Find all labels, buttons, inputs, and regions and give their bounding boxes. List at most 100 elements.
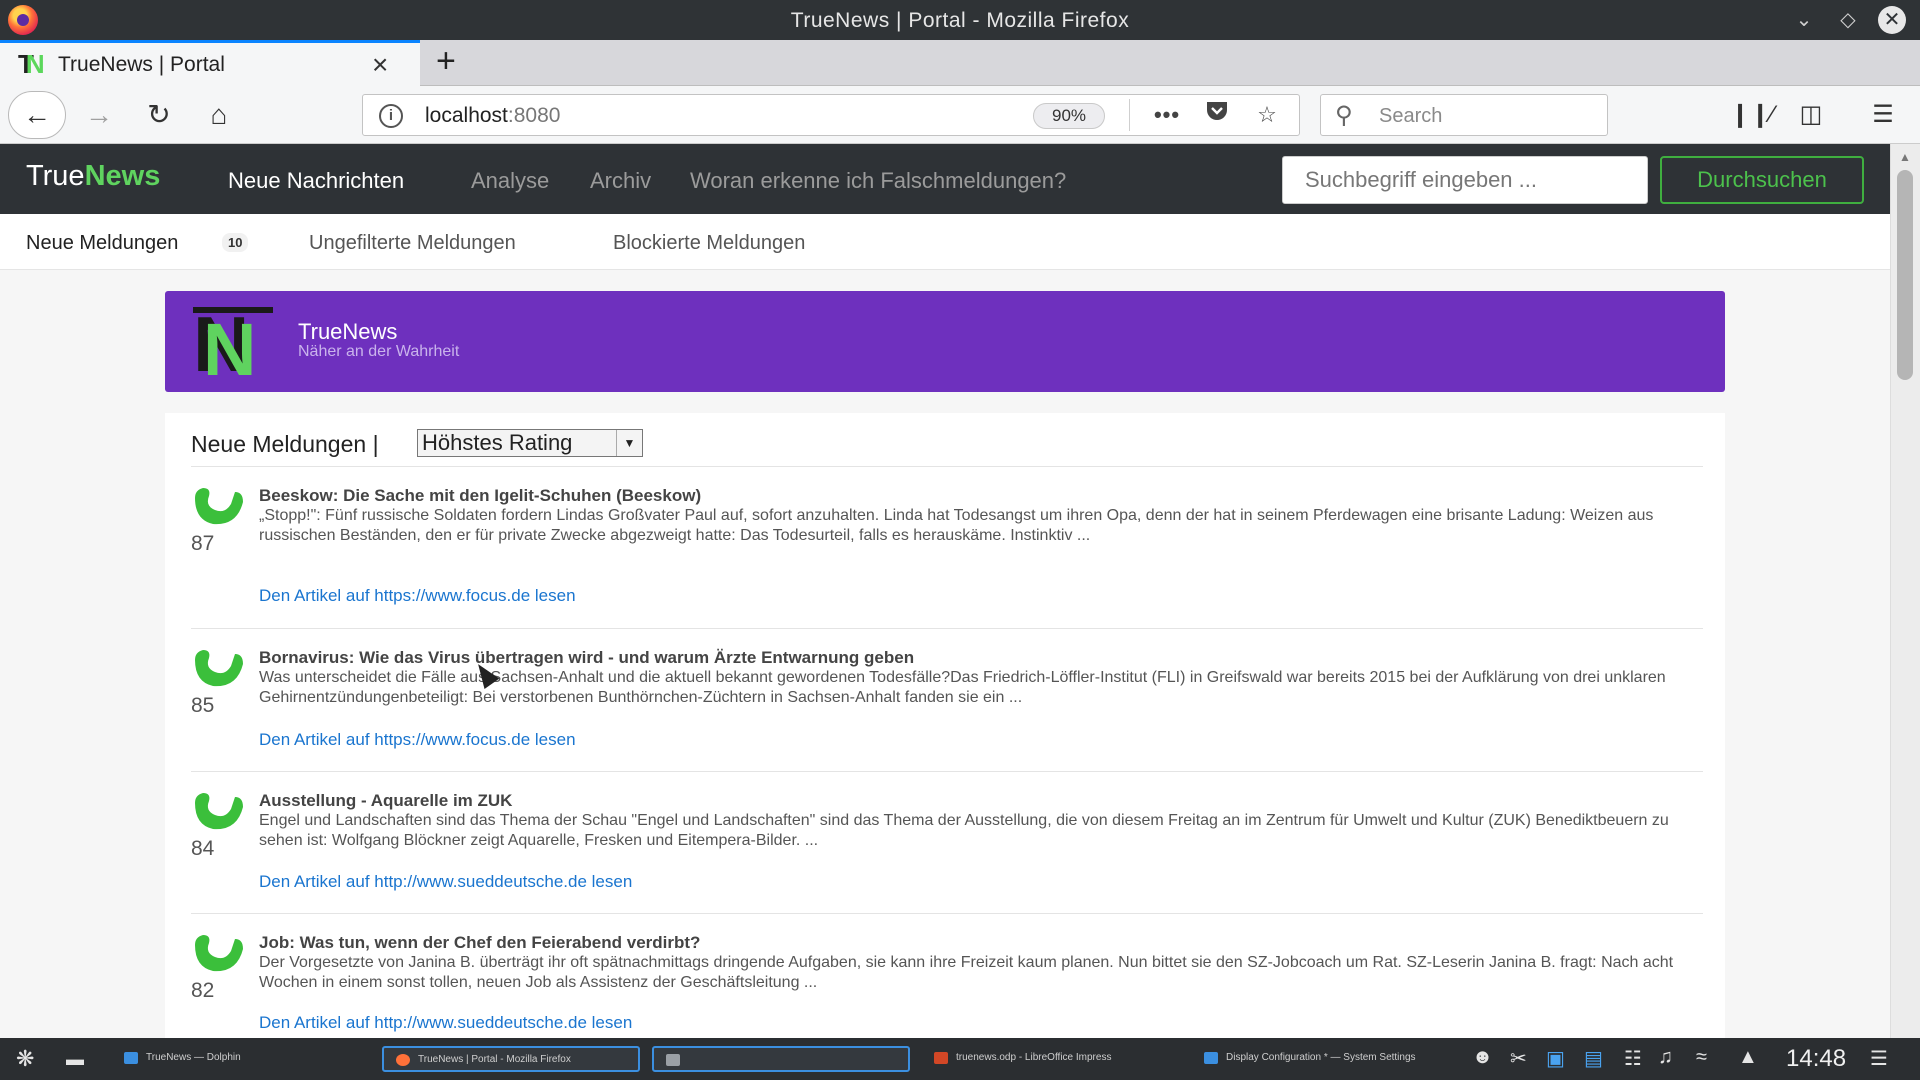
scissors-icon[interactable]: ✂ bbox=[1510, 1046, 1527, 1071]
close-tab-icon[interactable]: × bbox=[372, 49, 388, 81]
thumbs-up-icon bbox=[195, 650, 243, 687]
updates-icon[interactable]: ▤ bbox=[1584, 1046, 1603, 1071]
site-brand[interactable]: TrueNews bbox=[26, 160, 160, 193]
news-list-card: Neue Meldungen | Höhstes Rating ▼ 87 Bee… bbox=[165, 413, 1725, 1038]
item-title: Job: Was tun, wenn der Chef den Feierabe… bbox=[259, 933, 701, 952]
pager-icon[interactable]: ▬ bbox=[66, 1049, 84, 1070]
tab-strip: TN TrueNews | Portal × + bbox=[0, 40, 1920, 86]
impress-icon bbox=[934, 1052, 948, 1064]
close-window-button[interactable]: ✕ bbox=[1878, 6, 1906, 34]
logo-letter: N bbox=[203, 308, 256, 381]
window-titlebar: TrueNews | Portal - Mozilla Firefox ⌄ ◇ … bbox=[0, 0, 1920, 40]
search-icon: ⚲ bbox=[1335, 102, 1353, 129]
user-icon[interactable]: ☻ bbox=[1472, 1046, 1493, 1069]
nav-neue-nachrichten[interactable]: Neue Nachrichten bbox=[228, 168, 404, 194]
truenews-favicon-icon: TN bbox=[18, 49, 45, 79]
show-desktop-icon[interactable]: ☰ bbox=[1870, 1046, 1888, 1071]
nav-archiv[interactable]: Archiv bbox=[590, 168, 651, 194]
settings-icon bbox=[1204, 1052, 1218, 1064]
thumbs-up-icon bbox=[195, 488, 243, 525]
item-excerpt: Engel und Landschaften sind das Thema de… bbox=[259, 812, 1669, 849]
item-score: 85 bbox=[191, 694, 215, 717]
item-title: Beeskow: Die Sache mit den Igelit-Schuhe… bbox=[259, 486, 702, 505]
thumbs-up-icon bbox=[195, 793, 243, 830]
site-info-icon[interactable]: i bbox=[379, 104, 403, 128]
item-source-link[interactable]: Den Artikel auf http://www.sueddeutsche.… bbox=[259, 1013, 632, 1033]
item-source-link[interactable]: Den Artikel auf https://www.focus.de les… bbox=[259, 586, 576, 606]
subnav-blockierte-meldungen[interactable]: Blockierte Meldungen bbox=[613, 232, 805, 255]
item-title: Ausstellung - Aquarelle im ZUK bbox=[259, 791, 513, 810]
bookmark-star-icon[interactable]: ☆ bbox=[1249, 99, 1285, 131]
nav-falschmeldungen[interactable]: Woran erkenne ich Falschmeldungen? bbox=[690, 168, 1066, 194]
urlbar-separator bbox=[1129, 99, 1130, 131]
browser-search-placeholder: Search bbox=[1379, 105, 1443, 127]
hero-title: TrueNews bbox=[298, 319, 398, 344]
library-icon[interactable]: ❙❙⁄ bbox=[1730, 94, 1774, 136]
item-score: 82 bbox=[191, 979, 215, 1002]
application-launcher-icon[interactable]: ❋ bbox=[16, 1046, 34, 1072]
brand-part-news: News bbox=[84, 160, 161, 192]
sort-dropdown[interactable]: Höhstes Rating ▼ bbox=[417, 429, 643, 457]
page-scrollbar[interactable]: ▲ bbox=[1890, 144, 1920, 1038]
site-search-button[interactable]: Durchsuchen bbox=[1660, 156, 1864, 204]
url-host: localhost bbox=[425, 104, 508, 127]
new-tab-button[interactable]: + bbox=[436, 42, 456, 81]
volume-icon[interactable]: ♫ bbox=[1658, 1046, 1673, 1069]
window-title: TrueNews | Portal - Mozilla Firefox bbox=[790, 9, 1130, 32]
item-source-link[interactable]: Den Artikel auf https://www.focus.de les… bbox=[259, 730, 576, 750]
subnav-ungefilterte-meldungen[interactable]: Ungefilterte Meldungen bbox=[309, 232, 516, 255]
item-excerpt: Der Vorgesetzte von Janina B. überträgt … bbox=[259, 954, 1674, 991]
task-firefox[interactable]: TrueNews | Portal - Mozilla Firefox bbox=[382, 1046, 640, 1072]
tab-truenews[interactable]: TN TrueNews | Portal × bbox=[0, 40, 420, 86]
task-system-settings[interactable]: Display Configuration * — System Setting… bbox=[1192, 1046, 1450, 1072]
task-dolphin[interactable]: TrueNews — Dolphin bbox=[112, 1046, 370, 1072]
url-bar[interactable]: i localhost:8080 90% ••• ☆ bbox=[362, 94, 1300, 136]
sidebar-toggle-icon[interactable]: ◫ bbox=[1790, 94, 1832, 136]
item-source-link[interactable]: Den Artikel auf http://www.sueddeutsche.… bbox=[259, 872, 632, 892]
nav-toolbar: ← → ↻ ⌂ i localhost:8080 90% ••• ☆ ⚲ Sea… bbox=[0, 86, 1920, 144]
clock[interactable]: 14:48 bbox=[1786, 1045, 1846, 1073]
url-text[interactable]: localhost:8080 bbox=[425, 104, 560, 128]
minimize-button[interactable]: ⌄ bbox=[1790, 6, 1818, 34]
clipboard-icon[interactable]: ☷ bbox=[1624, 1046, 1642, 1071]
expand-tray-icon[interactable]: ▲ bbox=[1738, 1046, 1758, 1069]
dropdown-arrow-icon[interactable]: ▼ bbox=[616, 430, 642, 456]
tab-title: TrueNews | Portal bbox=[58, 53, 225, 76]
scrollbar-thumb[interactable] bbox=[1897, 170, 1913, 380]
task-impress[interactable]: truenews.odp - LibreOffice Impress bbox=[922, 1046, 1180, 1072]
divider bbox=[191, 771, 1703, 772]
task-label: TrueNews — Dolphin bbox=[146, 1052, 241, 1063]
scroll-up-icon[interactable]: ▲ bbox=[1899, 150, 1911, 164]
browser-search-box[interactable]: ⚲ Search bbox=[1320, 94, 1608, 136]
url-port: :8080 bbox=[507, 104, 561, 127]
pocket-icon[interactable] bbox=[1199, 99, 1235, 131]
divider bbox=[191, 628, 1703, 629]
hamburger-menu-icon[interactable]: ☰ bbox=[1862, 94, 1904, 136]
task-label: truenews.odp - LibreOffice Impress bbox=[956, 1052, 1112, 1063]
sub-navigation: Neue Meldungen 10 Ungefilterte Meldungen… bbox=[0, 214, 1890, 270]
task-terminal[interactable] bbox=[652, 1046, 910, 1072]
folder-icon bbox=[124, 1052, 138, 1064]
site-search-input[interactable]: Suchbegriff eingeben ... bbox=[1282, 156, 1648, 204]
page-actions-icon[interactable]: ••• bbox=[1149, 99, 1185, 131]
wifi-icon[interactable]: ≈ bbox=[1696, 1046, 1707, 1069]
reload-button[interactable]: ↻ bbox=[138, 94, 180, 136]
nav-analyse[interactable]: Analyse bbox=[471, 168, 549, 194]
task-label: TrueNews | Portal - Mozilla Firefox bbox=[418, 1054, 571, 1065]
back-button[interactable]: ← bbox=[8, 91, 66, 139]
terminal-icon bbox=[666, 1054, 680, 1066]
firefox-icon bbox=[396, 1054, 410, 1066]
maximize-button[interactable]: ◇ bbox=[1834, 6, 1862, 34]
thumbs-up-icon bbox=[195, 935, 243, 972]
zoom-indicator[interactable]: 90% bbox=[1033, 103, 1105, 129]
forward-button[interactable]: → bbox=[78, 94, 120, 136]
news-item: 87 Beeskow: Die Sache mit den Igelit-Sch… bbox=[191, 486, 1703, 616]
news-item: 82 Job: Was tun, wenn der Chef den Feier… bbox=[191, 933, 1703, 1038]
sort-value: Höhstes Rating bbox=[422, 430, 573, 455]
item-title: Bornavirus: Wie das Virus übertragen wir… bbox=[259, 648, 915, 667]
display-icon[interactable]: ▣ bbox=[1546, 1046, 1565, 1071]
system-taskbar: ❋ ▬ TrueNews — Dolphin TrueNews | Portal… bbox=[0, 1038, 1920, 1080]
subnav-neue-meldungen[interactable]: Neue Meldungen bbox=[26, 232, 178, 255]
home-button[interactable]: ⌂ bbox=[198, 94, 240, 136]
news-item: 84 Ausstellung - Aquarelle im ZUK Engel … bbox=[191, 791, 1703, 901]
